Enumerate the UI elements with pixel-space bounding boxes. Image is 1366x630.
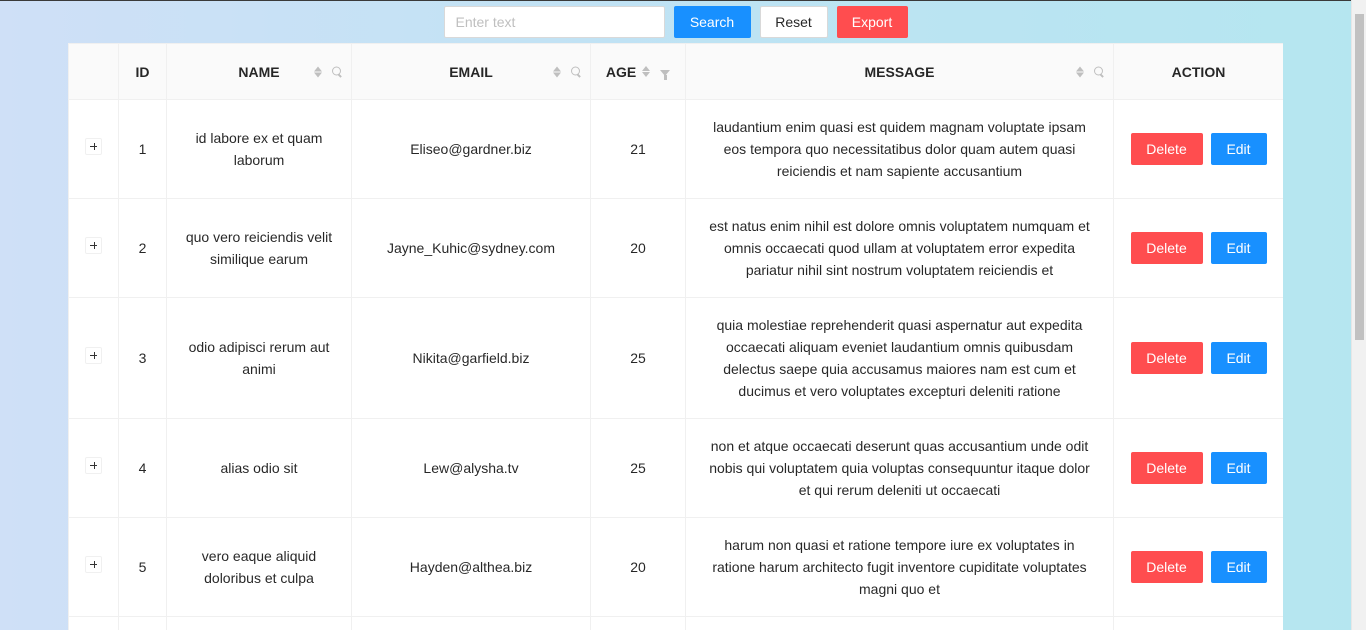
cell-message: non et atque occaecati deserunt quas acc… <box>685 418 1114 518</box>
search-icon[interactable] <box>332 66 343 77</box>
table-row: 4 alias odio sit Lew@alysha.tv 25 non et… <box>68 418 1283 518</box>
cell-message: harum non quasi et ratione tempore iure … <box>685 517 1114 617</box>
column-header-message[interactable]: MESSAGE <box>685 43 1114 100</box>
cell-name: alias odio sit <box>166 418 352 518</box>
delete-button[interactable]: Delete <box>1130 133 1203 165</box>
vertical-scrollbar[interactable] <box>1351 0 1366 630</box>
cell-action: Delete Edit <box>1113 517 1283 617</box>
expand-row-icon[interactable] <box>85 555 102 573</box>
search-icon[interactable] <box>1094 66 1105 77</box>
column-header-label: EMAIL <box>449 63 493 80</box>
cell-message: quia molestiae reprehenderit quasi asper… <box>685 297 1114 419</box>
delete-button[interactable]: Delete <box>1130 232 1203 264</box>
table-row-partial <box>68 616 1283 630</box>
cell-message: laudantium enim quasi est quidem magnam … <box>685 99 1114 199</box>
edit-button[interactable]: Edit <box>1210 232 1267 264</box>
cell-action: Delete Edit <box>1113 99 1283 199</box>
edit-button[interactable]: Edit <box>1210 452 1267 484</box>
cell-id: 3 <box>118 297 167 419</box>
export-button[interactable]: Export <box>836 6 908 38</box>
cell-email: Nikita@garfield.biz <box>351 297 591 419</box>
expand-row-icon[interactable] <box>85 137 102 155</box>
expand-column-header <box>68 43 119 100</box>
expand-row-icon[interactable] <box>85 456 102 474</box>
column-header-label: AGE <box>605 63 637 80</box>
cell-id: 2 <box>118 198 167 298</box>
search-input[interactable] <box>443 6 665 38</box>
cell-action: Delete Edit <box>1113 297 1283 419</box>
cell-email: Hayden@althea.biz <box>351 517 591 617</box>
column-header-label: ID <box>135 63 150 80</box>
cell-email: Eliseo@gardner.biz <box>351 99 591 199</box>
cell-age: 20 <box>590 198 686 298</box>
cell-id: 4 <box>118 418 167 518</box>
sort-icon[interactable] <box>642 66 651 77</box>
table-row: 1 id labore ex et quam laborum Eliseo@ga… <box>68 99 1283 199</box>
column-header-action: ACTION <box>1113 43 1283 100</box>
window-top-edge <box>0 0 1366 1</box>
delete-button[interactable]: Delete <box>1130 551 1203 583</box>
cell-name: vero eaque aliquid doloribus et culpa <box>166 517 352 617</box>
table-row: 2 quo vero reiciendis velit similique ea… <box>68 198 1283 298</box>
cell-action: Delete Edit <box>1113 418 1283 518</box>
column-header-id: ID <box>118 43 167 100</box>
table-row: 3 odio adipisci rerum aut animi Nikita@g… <box>68 297 1283 419</box>
cell-id: 5 <box>118 517 167 617</box>
cell-age: 21 <box>590 99 686 199</box>
cell-message: est natus enim nihil est dolore omnis vo… <box>685 198 1114 298</box>
column-header-label: MESSAGE <box>864 63 935 80</box>
data-table: ID NAME EMAIL AGE MESSAGE ACTION 1 id la… <box>68 43 1283 630</box>
column-header-name[interactable]: NAME <box>166 43 352 100</box>
edit-button[interactable]: Edit <box>1210 551 1267 583</box>
cell-email: Jayne_Kuhic@sydney.com <box>351 198 591 298</box>
cell-name: id labore ex et quam laborum <box>166 99 352 199</box>
edit-button[interactable]: Edit <box>1210 133 1267 165</box>
table-row: 5 vero eaque aliquid doloribus et culpa … <box>68 517 1283 617</box>
column-header-label: ACTION <box>1171 63 1226 80</box>
expand-row-icon[interactable] <box>85 236 102 254</box>
column-header-email[interactable]: EMAIL <box>351 43 591 100</box>
column-header-age[interactable]: AGE <box>590 43 686 100</box>
scrollbar-thumb[interactable] <box>1355 14 1364 340</box>
expand-row-icon[interactable] <box>85 346 102 364</box>
delete-button[interactable]: Delete <box>1130 452 1203 484</box>
sort-icon[interactable] <box>1076 66 1084 77</box>
sort-icon[interactable] <box>553 66 561 77</box>
reset-button[interactable]: Reset <box>759 6 828 38</box>
table-header-row: ID NAME EMAIL AGE MESSAGE ACTION <box>68 43 1283 100</box>
cell-age: 20 <box>590 517 686 617</box>
sort-icon[interactable] <box>314 66 322 77</box>
cell-age: 25 <box>590 297 686 419</box>
cell-name: quo vero reiciendis velit similique earu… <box>166 198 352 298</box>
cell-name: odio adipisci rerum aut animi <box>166 297 352 419</box>
cell-action: Delete Edit <box>1113 198 1283 298</box>
edit-button[interactable]: Edit <box>1210 342 1267 374</box>
cell-id: 1 <box>118 99 167 199</box>
search-icon[interactable] <box>571 66 582 77</box>
cell-email: Lew@alysha.tv <box>351 418 591 518</box>
delete-button[interactable]: Delete <box>1130 342 1203 374</box>
cell-age: 25 <box>590 418 686 518</box>
filter-icon[interactable] <box>660 69 671 80</box>
column-header-label: NAME <box>238 63 280 80</box>
search-button[interactable]: Search <box>673 6 751 38</box>
toolbar: Search Reset Export <box>0 6 1351 38</box>
